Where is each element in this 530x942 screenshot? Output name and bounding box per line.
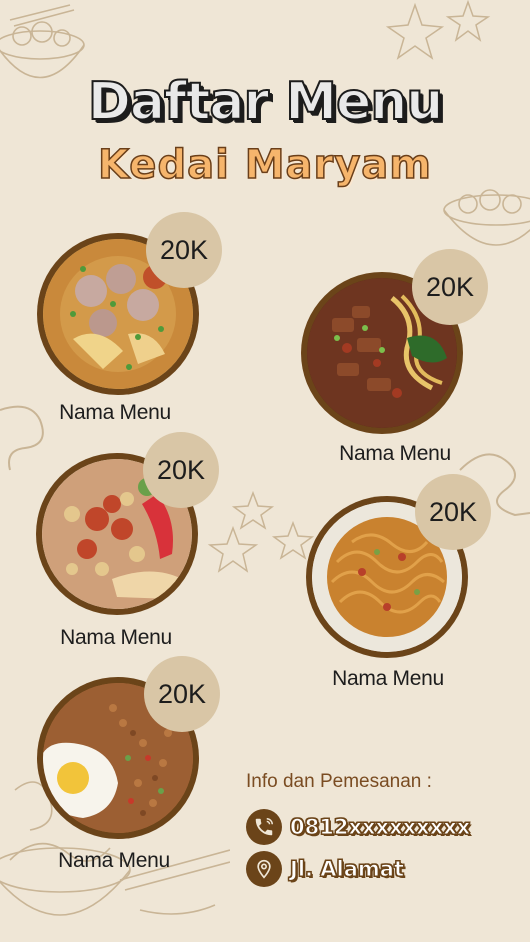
address-text: Jl. Alamat bbox=[289, 857, 405, 882]
page-title: Daftar Menu bbox=[87, 71, 445, 133]
phone-number: 0812xxxxxxxxx bbox=[289, 815, 471, 840]
stars-sketch-top-right bbox=[385, 0, 491, 60]
phone-contact[interactable]: 0812xxxxxxxxx bbox=[246, 809, 471, 845]
menu-name: Nama Menu bbox=[332, 667, 444, 690]
shop-name: Kedai Maryam bbox=[97, 141, 432, 189]
price-badge: 20K bbox=[144, 656, 220, 732]
price-badge: 20K bbox=[146, 212, 222, 288]
menu-name: Nama Menu bbox=[60, 626, 172, 649]
menu-name: Nama Menu bbox=[339, 442, 451, 465]
menu-poster: Daftar Menu Kedai Maryam 20K Nama Menu 2… bbox=[0, 0, 530, 942]
menu-name: Nama Menu bbox=[59, 401, 171, 424]
info-heading: Info dan Pemesanan : bbox=[246, 771, 432, 792]
phone-icon bbox=[246, 809, 282, 845]
menu-name: Nama Menu bbox=[58, 849, 170, 872]
price-badge: 20K bbox=[143, 432, 219, 508]
stars-sketch-middle bbox=[207, 490, 315, 573]
address-contact[interactable]: Jl. Alamat bbox=[246, 851, 405, 887]
price-badge: 20K bbox=[415, 474, 491, 550]
price-badge: 20K bbox=[412, 249, 488, 325]
location-pin-icon bbox=[246, 851, 282, 887]
